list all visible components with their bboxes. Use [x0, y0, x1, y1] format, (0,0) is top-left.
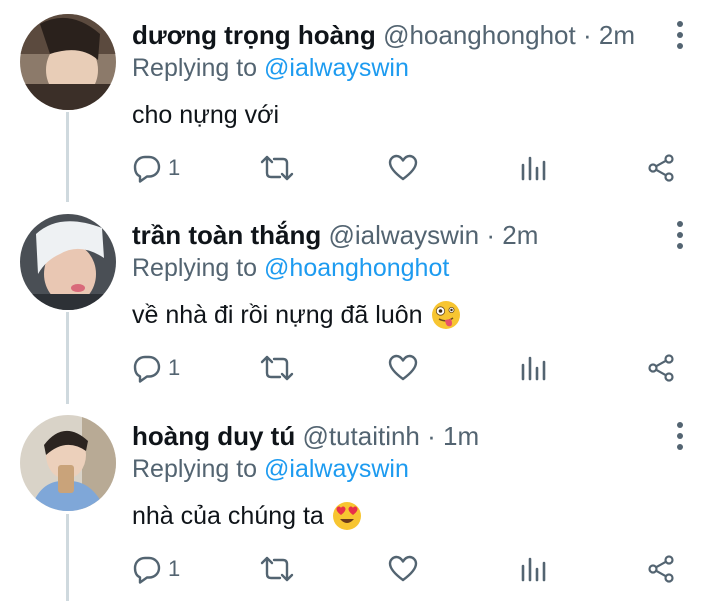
tweet[interactable]: dương trọng hoàng @hoanghonghot · 2m Rep…: [0, 0, 720, 200]
reply-icon: [133, 155, 161, 183]
display-name[interactable]: trần toàn thắng: [132, 220, 321, 250]
heart-eyes-face-emoji-icon: [332, 502, 361, 530]
like-button[interactable]: [388, 348, 418, 388]
reply-icon: [133, 355, 161, 383]
views-button[interactable]: [518, 148, 548, 188]
action-bar: 1: [120, 348, 700, 388]
views-button[interactable]: [518, 549, 548, 589]
analytics-icon: [521, 356, 546, 381]
reply-button[interactable]: 1: [132, 549, 180, 589]
timestamp[interactable]: 2m: [599, 20, 635, 50]
tweet-text: cho nựng với: [132, 96, 279, 134]
user-handle[interactable]: @tutaitinh: [302, 421, 419, 451]
more-options-icon[interactable]: [670, 218, 690, 252]
retweet-icon: [260, 556, 294, 582]
tweet-body: nhà của chúng ta: [132, 502, 324, 530]
avatar[interactable]: [20, 14, 116, 110]
action-bar: 1: [120, 549, 700, 589]
replying-to: Replying to @ialwayswin: [132, 50, 409, 86]
action-bar: 1: [120, 148, 700, 188]
tweet-body: về nhà đi rồi nựng đã luôn: [132, 301, 423, 329]
retweet-button[interactable]: [260, 348, 294, 388]
reply-count: 1: [168, 556, 181, 581]
views-button[interactable]: [518, 348, 548, 388]
display-name[interactable]: dương trọng hoàng: [132, 20, 376, 50]
share-icon: [648, 555, 674, 583]
tweet-header: hoàng duy tú @tutaitinh · 1m: [132, 417, 479, 455]
separator: ·: [427, 421, 436, 451]
tweet-header: dương trọng hoàng @hoanghonghot · 2m: [132, 16, 635, 54]
reply-icon: [133, 556, 161, 584]
reply-count: 1: [168, 155, 181, 180]
replying-to: Replying to @hoanghonghot: [132, 250, 449, 286]
tweet-header: trần toàn thắng @ialwayswin · 2m: [132, 216, 538, 254]
share-button[interactable]: [646, 348, 676, 388]
like-button[interactable]: [388, 148, 418, 188]
mention-link[interactable]: @ialwayswin: [264, 54, 409, 82]
reply-count: 1: [168, 355, 181, 380]
replying-to: Replying to @ialwayswin: [132, 451, 409, 487]
replying-prefix: Replying to: [132, 254, 258, 282]
like-button[interactable]: [388, 549, 418, 589]
tweet[interactable]: trần toàn thắng @ialwayswin · 2m Replyin…: [0, 200, 720, 400]
reply-thread: dương trọng hoàng @hoanghonghot · 2m Rep…: [0, 0, 720, 601]
separator: ·: [486, 220, 496, 250]
timestamp[interactable]: 2m: [502, 220, 538, 250]
reply-button[interactable]: 1: [132, 348, 180, 388]
share-button[interactable]: [646, 148, 676, 188]
share-icon: [648, 154, 674, 182]
heart-icon: [388, 555, 418, 582]
zany-face-emoji-icon: [431, 301, 460, 329]
reply-button[interactable]: 1: [132, 148, 180, 188]
tweet-text: nhà của chúng ta: [132, 497, 362, 535]
tweet[interactable]: hoàng duy tú @tutaitinh · 1m Replying to…: [0, 401, 720, 601]
share-icon: [648, 354, 674, 382]
tweet-text: về nhà đi rồi nựng đã luôn: [132, 296, 461, 334]
separator: ·: [582, 20, 592, 50]
analytics-icon: [521, 156, 546, 181]
retweet-icon: [260, 355, 294, 381]
display-name[interactable]: hoàng duy tú: [132, 421, 295, 451]
heart-icon: [388, 354, 418, 381]
timestamp[interactable]: 1m: [443, 421, 479, 451]
more-options-icon[interactable]: [670, 419, 690, 453]
analytics-icon: [521, 557, 546, 582]
tweet-body: cho nựng với: [132, 101, 280, 129]
retweet-button[interactable]: [260, 549, 294, 589]
mention-link[interactable]: @ialwayswin: [264, 455, 409, 483]
user-handle[interactable]: @hoanghonghot: [383, 20, 576, 50]
user-handle[interactable]: @ialwayswin: [328, 220, 479, 250]
avatar[interactable]: [20, 415, 116, 511]
replying-prefix: Replying to: [132, 54, 258, 82]
mention-link[interactable]: @hoanghonghot: [264, 254, 449, 282]
retweet-icon: [260, 155, 294, 181]
avatar[interactable]: [20, 214, 116, 310]
retweet-button[interactable]: [260, 148, 294, 188]
heart-icon: [388, 154, 418, 181]
more-options-icon[interactable]: [670, 18, 690, 52]
share-button[interactable]: [646, 549, 676, 589]
replying-prefix: Replying to: [132, 455, 258, 483]
